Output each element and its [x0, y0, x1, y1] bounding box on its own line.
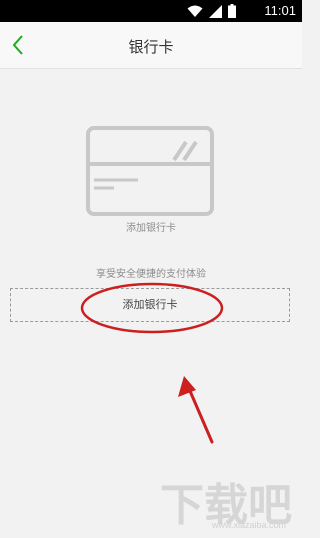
cell-signal-icon [209, 4, 222, 18]
wifi-icon [187, 5, 203, 18]
status-bar: 11:01 [0, 0, 302, 22]
annotation-arrow [178, 376, 214, 444]
nav-bar: 银行卡 [0, 22, 302, 69]
watermark-url: www.xiazaiba.com [212, 520, 287, 530]
status-time: 11:01 [264, 3, 296, 18]
status-icons [187, 4, 236, 18]
bank-card-icon [84, 124, 216, 218]
empty-state-subtitle: 享受安全便捷的支付体验 [96, 269, 206, 280]
battery-icon [228, 4, 236, 18]
add-bank-card-button[interactable]: 添加银行卡 [10, 288, 290, 322]
empty-state-title: 添加银行卡 [126, 223, 176, 234]
page-title: 银行卡 [128, 38, 174, 56]
